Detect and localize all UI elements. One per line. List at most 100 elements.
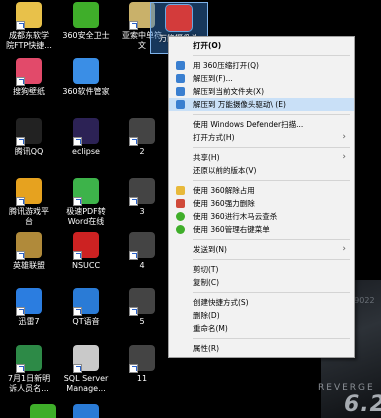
- desktop-icon-sougou[interactable]: 搜狗壁纸: [0, 58, 58, 97]
- desktop-icon-label: 腾讯QQ: [14, 147, 44, 156]
- desktop-icon-lol[interactable]: 英雄联盟: [0, 232, 58, 271]
- desktop-icon-label: 3: [139, 207, 145, 216]
- shortcut-arrow-icon: [16, 197, 25, 206]
- desktop-icon-july[interactable]: 7月1日新明 诉人员名...: [0, 345, 58, 394]
- desktop-icon-ie360[interactable]: 360安全卫士: [57, 2, 115, 41]
- desktop-icon-eclipse[interactable]: eclipse: [57, 118, 115, 157]
- shortcut-arrow-icon: [16, 137, 25, 146]
- pdf-converter-icon: [73, 178, 99, 206]
- desktop-icon-n2[interactable]: 2: [113, 118, 171, 157]
- image-file-icon: [129, 118, 155, 146]
- desktop-icon-n3[interactable]: 3: [113, 178, 171, 217]
- folder-network-icon: [16, 2, 42, 30]
- menu-separator: [193, 114, 350, 115]
- menu-item-label: 打开方式(H): [193, 133, 235, 142]
- menu-item-label: 共享(H): [193, 153, 220, 162]
- menu-separator: [193, 292, 350, 293]
- menu-item[interactable]: 解压到当前文件夹(X): [169, 85, 354, 98]
- menu-separator: [193, 338, 350, 339]
- desktop-icon-xunlei[interactable]: 迅雷7: [0, 288, 58, 327]
- excel-icon: [16, 345, 42, 373]
- desktop-icon-chengdu[interactable]: 成都东软学 院FTP快捷...: [0, 2, 58, 51]
- sql-server-icon: [73, 345, 99, 373]
- menu-item-label: 使用 Windows Defender扫描...: [193, 120, 304, 129]
- shortcut-arrow-icon: [73, 251, 82, 260]
- desktop-icon-sqlserver[interactable]: SQL Server Manage...: [57, 345, 115, 394]
- menu-item[interactable]: 使用 Windows Defender扫描...: [169, 118, 354, 131]
- desktop-icon-label: 360安全卫士: [62, 31, 110, 40]
- menu-item[interactable]: 打开(O): [169, 39, 354, 52]
- menu-item-label: 用 360压缩打开(Q): [193, 61, 259, 70]
- menu-separator: [193, 55, 350, 56]
- desktop-icon-qq[interactable]: 腾讯QQ: [0, 118, 58, 157]
- menu-item[interactable]: 用 360压缩打开(Q): [169, 59, 354, 72]
- 360-safe-icon: [73, 2, 99, 28]
- desktop-icon-label: 4: [139, 261, 145, 270]
- menu-item[interactable]: 还原以前的版本(V): [169, 164, 354, 177]
- 360-zip-icon: [176, 74, 185, 83]
- 360-shield-icon: [176, 225, 185, 234]
- menu-item-label: 重命名(M): [193, 324, 228, 333]
- desktop-icon-qtvoice[interactable]: QT语音: [57, 288, 115, 327]
- menu-item[interactable]: 创建快捷方式(S): [169, 296, 354, 309]
- desktop-icon-n5[interactable]: 5: [113, 288, 171, 327]
- menu-item[interactable]: 解压到 万能摄像头驱动\ (E): [169, 98, 354, 111]
- 360-folder-icon: [176, 186, 185, 195]
- shortcut-arrow-icon: [129, 137, 138, 146]
- desktop-icon-label: 2: [139, 147, 145, 156]
- desktop-icon-bottom2[interactable]: [57, 404, 115, 418]
- desktop-icon-label: 极速PDF转 Word在线: [66, 207, 106, 226]
- desktop-icon-nsucc[interactable]: NSUCC: [57, 232, 115, 271]
- shortcut-arrow-icon: [73, 137, 82, 146]
- submenu-chevron-icon: ›: [342, 152, 346, 162]
- desktop-icon-soft360[interactable]: 360软件管家: [57, 58, 115, 97]
- 360-software-manager-icon: [73, 58, 99, 84]
- menu-item[interactable]: 删除(D): [169, 309, 354, 322]
- image-file-icon: [129, 288, 155, 316]
- menu-item[interactable]: 使用 360进行木马云查杀: [169, 210, 354, 223]
- menu-item[interactable]: 剪切(T): [169, 263, 354, 276]
- shortcut-arrow-icon: [129, 21, 138, 30]
- menu-item[interactable]: 使用 360管理右键菜单: [169, 223, 354, 236]
- menu-item[interactable]: 共享(H) ›: [169, 151, 354, 164]
- desktop-icon-label: 360软件管家: [62, 87, 110, 96]
- archive-icon: [165, 4, 193, 32]
- desktop-icon-n11[interactable]: 11: [113, 345, 171, 384]
- desktop-icon-tencentgame[interactable]: 腾讯游戏平 台: [0, 178, 58, 227]
- sogou-wallpaper-icon: [16, 58, 42, 86]
- menu-item[interactable]: 发送到(N) ›: [169, 243, 354, 256]
- menu-item[interactable]: 打开方式(H) ›: [169, 131, 354, 144]
- menu-separator: [193, 147, 350, 148]
- desktop-icon-n4[interactable]: 4: [113, 232, 171, 271]
- 360-shred-icon: [176, 199, 185, 208]
- menu-item-label: 剪切(T): [193, 265, 219, 274]
- menu-item[interactable]: 属性(R): [169, 342, 354, 355]
- menu-item[interactable]: 使用 360强力删除: [169, 197, 354, 210]
- thunder-icon: [16, 288, 42, 316]
- menu-item-label: 复制(C): [193, 278, 220, 287]
- menu-item[interactable]: 复制(C): [169, 276, 354, 289]
- shortcut-arrow-icon: [129, 251, 138, 260]
- desktop-icon-pdf[interactable]: 极速PDF转 Word在线: [57, 178, 115, 227]
- shortcut-arrow-icon: [129, 197, 138, 206]
- menu-item-label: 解压到当前文件夹(X): [193, 87, 264, 96]
- menu-separator: [193, 239, 350, 240]
- menu-item[interactable]: 重命名(M): [169, 322, 354, 335]
- shortcut-arrow-icon: [16, 251, 25, 260]
- desktop-icon-label: 7月1日新明 诉人员名...: [7, 374, 51, 393]
- menu-item-label: 创建快捷方式(S): [193, 298, 249, 307]
- menu-item-label: 删除(D): [193, 311, 220, 320]
- desktop: 97_9022 REVERGE 6.2 成都东软学 院FTP快捷...360安全…: [0, 0, 381, 418]
- 360-zip-icon: [176, 61, 185, 70]
- menu-item[interactable]: 解压到(F)...: [169, 72, 354, 85]
- menu-separator: [193, 259, 350, 260]
- menu-item-label: 使用 360管理右键菜单: [193, 225, 270, 234]
- menu-item-label: 发送到(N): [193, 245, 227, 254]
- shortcut-arrow-icon: [129, 307, 138, 316]
- menu-item-label: 解压到 万能摄像头驱动\ (E): [193, 100, 286, 109]
- desktop-icon-label: SQL Server Manage...: [63, 374, 109, 393]
- menu-item[interactable]: 使用 360解除占用: [169, 184, 354, 197]
- shortcut-arrow-icon: [16, 364, 25, 373]
- desktop-icon-label: 成都东软学 院FTP快捷...: [6, 31, 52, 50]
- menu-item-label: 属性(R): [193, 344, 220, 353]
